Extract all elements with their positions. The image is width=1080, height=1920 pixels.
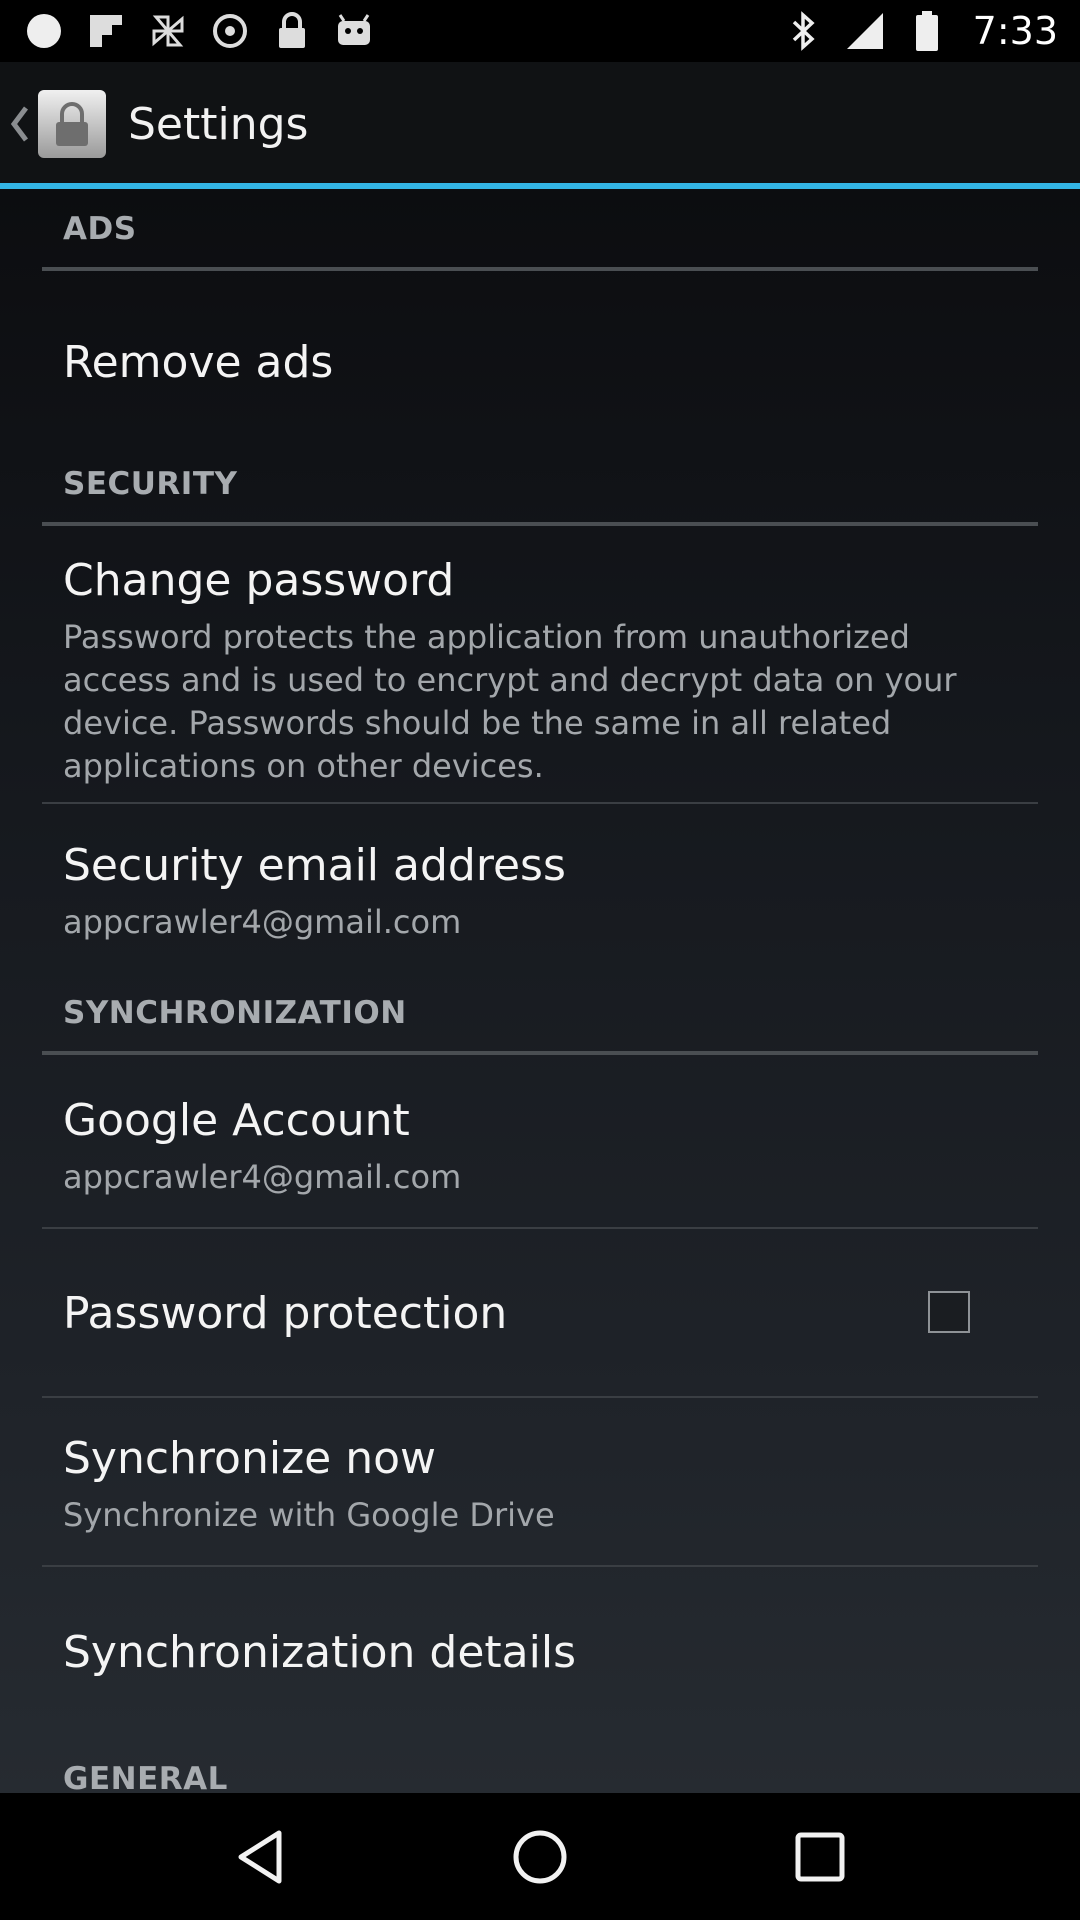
- section-label: SYNCHRONIZATION: [63, 995, 407, 1031]
- section-rule: [42, 267, 1038, 271]
- section-header-ads: ADS: [42, 211, 1038, 271]
- status-time: 7:33: [972, 9, 1058, 53]
- section-header-general: GENERAL: [42, 1761, 1038, 1793]
- pref-title: Synchronize now: [63, 1433, 437, 1484]
- status-bar: 7:33: [0, 0, 1080, 62]
- bluetooth-icon: [783, 11, 823, 51]
- android-icon: [334, 11, 374, 51]
- pref-synchronize-now[interactable]: Synchronize now Synchronize with Google …: [63, 1433, 1023, 1537]
- status-left-icons: [24, 11, 374, 51]
- section-header-synchronization: SYNCHRONIZATION: [42, 995, 1038, 1055]
- section-header-security: SECURITY: [42, 466, 1038, 526]
- pref-title: Remove ads: [63, 337, 334, 388]
- pref-security-email[interactable]: Security email address appcrawler4@gmail…: [63, 840, 1023, 944]
- pref-remove-ads[interactable]: Remove ads: [63, 337, 1023, 388]
- action-bar: Settings: [0, 62, 1080, 186]
- pref-summary: appcrawler4@gmail.com: [63, 1158, 462, 1196]
- section-label: ADS: [63, 211, 137, 247]
- navigation-bar: [0, 1793, 1080, 1920]
- settings-list[interactable]: ADS Remove ads SECURITY Change password …: [0, 189, 1080, 1793]
- list-divider: [42, 1227, 1038, 1229]
- pref-title: Change password: [63, 555, 455, 606]
- section-label: GENERAL: [63, 1761, 228, 1793]
- recents-button[interactable]: [775, 1812, 865, 1902]
- recents-square-icon: [795, 1832, 845, 1881]
- circle-icon: [24, 11, 64, 51]
- home-circle-icon: [513, 1830, 567, 1883]
- sync-icon: [210, 11, 250, 51]
- list-divider: [42, 802, 1038, 804]
- home-button[interactable]: [495, 1812, 585, 1902]
- lock-icon: [272, 11, 312, 51]
- pref-change-password[interactable]: Change password Password protects the ap…: [63, 555, 1023, 788]
- pinwheel-icon: [148, 11, 188, 51]
- back-triangle-icon: [238, 1830, 282, 1883]
- back-button[interactable]: [215, 1812, 305, 1902]
- pref-password-protection[interactable]: Password protection: [63, 1288, 763, 1339]
- up-navigation[interactable]: [0, 62, 110, 186]
- pref-google-account[interactable]: Google Account appcrawler4@gmail.com: [63, 1095, 1023, 1199]
- password-protection-checkbox[interactable]: [928, 1291, 970, 1333]
- section-label: SECURITY: [63, 466, 238, 502]
- pref-title: Password protection: [63, 1288, 508, 1339]
- list-divider: [42, 1565, 1038, 1567]
- battery-icon: [907, 11, 947, 51]
- status-right-icons: 7:33: [783, 9, 1058, 53]
- settings-screen: 7:33 Settings ADS Remove ads SECURITY Ch…: [0, 0, 1080, 1920]
- section-rule: [42, 522, 1038, 526]
- pref-title: Google Account: [63, 1095, 410, 1146]
- flipboard-icon: [86, 11, 126, 51]
- pref-synchronization-details[interactable]: Synchronization details: [63, 1627, 1023, 1678]
- chevron-left-icon: [6, 102, 34, 146]
- pref-title: Security email address: [63, 840, 566, 891]
- section-rule: [42, 1051, 1038, 1055]
- signal-icon: [845, 11, 885, 51]
- pref-summary: Password protects the application from u…: [63, 618, 957, 785]
- pref-summary: appcrawler4@gmail.com: [63, 903, 462, 941]
- pref-summary: Synchronize with Google Drive: [63, 1496, 555, 1534]
- page-title: Settings: [128, 98, 309, 150]
- pref-title: Synchronization details: [63, 1627, 577, 1678]
- list-divider: [42, 1396, 1038, 1398]
- app-lock-icon: [34, 86, 110, 162]
